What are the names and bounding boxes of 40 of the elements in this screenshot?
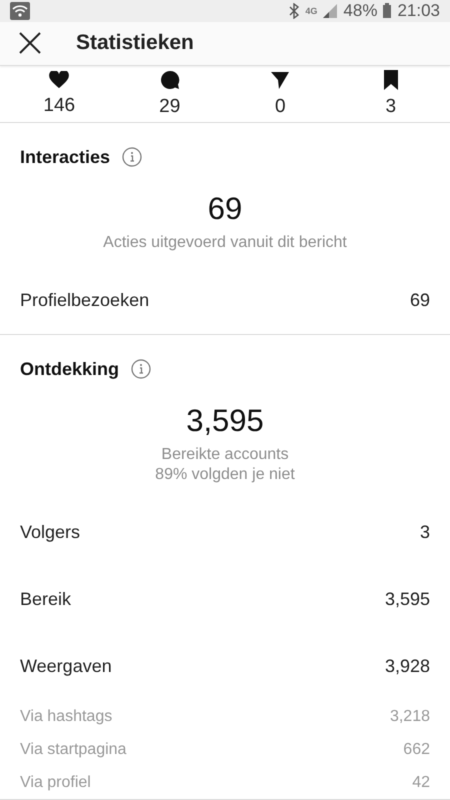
count-value: 0 — [274, 96, 286, 118]
stat-label: Volgers — [20, 522, 80, 543]
stat-value: 69 — [410, 290, 430, 311]
stat-value: 42 — [412, 774, 430, 792]
section-title: Interacties — [20, 146, 110, 168]
caption: 89% volgden je niet — [155, 465, 295, 485]
stat-label: Via profiel — [20, 774, 91, 792]
stat-label: Via startpagina — [20, 740, 126, 758]
signal-icon — [323, 4, 338, 18]
page-title: Statistieken — [76, 31, 194, 56]
bluetooth-icon — [289, 2, 300, 19]
count-value: 3 — [385, 96, 396, 118]
heart-icon — [49, 71, 70, 90]
count-value: 146 — [43, 95, 76, 118]
stat-value: 662 — [403, 740, 430, 758]
stat-value: 3 — [420, 522, 430, 543]
wifi-icon — [10, 2, 30, 20]
caption: Acties uitgevoerd vanuit dit bericht — [103, 233, 347, 253]
stat-value: 3,928 — [384, 656, 430, 677]
network-type: 4G — [305, 6, 318, 16]
battery-icon — [383, 3, 392, 18]
info-icon[interactable] — [122, 147, 142, 167]
stat-value: 3,595 — [384, 589, 430, 610]
stat-value: 3,218 — [390, 708, 430, 726]
speech-bubble-icon — [160, 70, 180, 90]
stat-label: Weergaven — [20, 656, 112, 677]
caption: Bereikte accounts — [161, 445, 289, 465]
stat-label: Profielbezoeken — [20, 290, 150, 311]
stat-label: Bereik — [20, 589, 72, 610]
big-value: 3,595 — [186, 403, 264, 439]
close-button[interactable] — [18, 31, 42, 56]
paper-plane-icon — [270, 70, 290, 90]
count-value: 29 — [159, 96, 180, 118]
bookmark-icon — [382, 70, 399, 90]
info-icon[interactable] — [131, 359, 152, 379]
big-value: 69 — [208, 191, 242, 227]
section-title: Ontdekking — [20, 358, 120, 380]
clock-time: 21:03 — [397, 0, 440, 21]
battery-percentage: 48% — [343, 0, 378, 21]
stat-label: Via hashtags — [20, 708, 112, 726]
